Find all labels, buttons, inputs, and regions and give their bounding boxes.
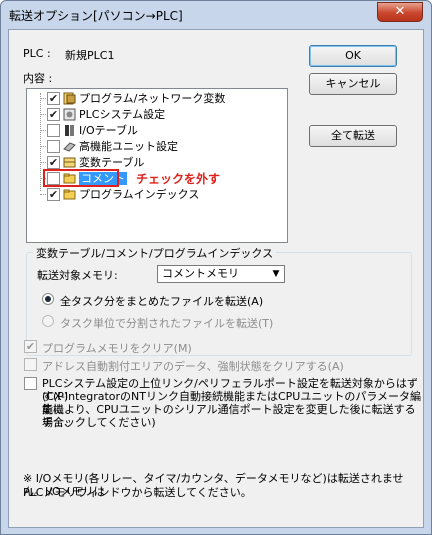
tree-item-io-table[interactable]: I/Oテーブル [27,123,287,138]
tree-item-variable-table[interactable]: ✔ 変数テーブル [27,155,287,170]
contents-label: 内容 : [23,72,53,85]
dropdown-arrow-icon[interactable]: ▼ [269,267,283,281]
plc-name: 新規PLC1 [65,49,115,62]
tree-item-label: 高機能ユニット設定 [79,140,178,153]
program-index-folder-icon [63,189,76,200]
exclude-plc-port-settings-line4: チェックしてください) [42,416,156,429]
dialog-client-area: PLC : 新規PLC1 内容 : OK キャンセル 全て転送 ✔ プログラム/… [8,29,424,528]
radio-transfer-per-task-label: タスク単位で分割されたファイルを転送(T) [60,317,274,330]
program-network-icon [63,92,76,105]
window-title: 転送オプション[パソコン→PLC] [9,9,183,23]
special-unit-icon [63,142,76,152]
plc-label: PLC : [23,47,51,60]
checkbox-plc-settings[interactable]: ✔ [47,108,60,121]
ok-button[interactable]: OK [309,45,397,67]
checkbox-clear-address-area[interactable] [24,358,37,371]
footer-note-line2: PLCメモリウィンドウから転送してください。 [23,486,252,499]
annotation-highlight-box [43,169,119,187]
title-bar[interactable]: 転送オプション[パソコン→PLC] ✕ [1,1,431,29]
target-memory-select[interactable]: コメントメモリ ▼ [157,265,285,283]
checkbox-special-unit[interactable] [47,140,60,153]
annotation-text: チェックを外す [136,172,221,186]
clear-address-area-label: アドレス自動割付エリアのデータ、強制状態をクリアする(A) [42,360,344,373]
checkbox-clear-program-memory[interactable]: ✔ [24,340,37,353]
radio-transfer-per-task[interactable] [42,315,54,327]
target-memory-label: 転送対象メモリ: [37,269,118,282]
close-button[interactable]: ✕ [377,2,423,22]
io-table-icon [65,125,74,136]
checkbox-exclude-plc-port-settings[interactable] [24,377,37,390]
plc-settings-icon [63,108,76,121]
checkbox-io-table[interactable] [47,124,60,137]
tree-item-program-index[interactable]: ✔ プログラムインデックス [27,187,287,202]
transfer-all-button[interactable]: 全て転送 [309,125,397,147]
checkbox-program-index[interactable]: ✔ [47,188,60,201]
radio-transfer-all-tasks-label: 全タスク分をまとめたファイルを転送(A) [60,295,264,308]
clear-program-memory-label: プログラムメモリをクリア(M) [42,342,192,355]
tree-item-plc-settings[interactable]: ✔ PLCシステム設定 [27,107,287,122]
tree-item-special-unit[interactable]: 高機能ユニット設定 [27,139,287,154]
transfer-contents-tree: ✔ プログラム/ネットワーク変数 ✔ PLCシステム設定 I/Oテーブル 高機能… [26,88,288,243]
variable-table-icon [63,157,76,168]
transfer-options-dialog: 転送オプション[パソコン→PLC] ✕ PLC : 新規PLC1 内容 : OK… [0,0,432,535]
checkbox-program[interactable]: ✔ [47,92,60,105]
tree-item-label: PLCシステム設定 [79,108,166,121]
tree-item-program[interactable]: ✔ プログラム/ネットワーク変数 [27,91,287,106]
group-title: 変数テーブル/コメント/プログラムインデックス [33,245,277,261]
cancel-button[interactable]: キャンセル [309,73,397,95]
tree-item-label: プログラム/ネットワーク変数 [79,92,226,105]
tree-item-label: 変数テーブル [79,156,145,169]
checkbox-variable-table[interactable]: ✔ [47,156,60,169]
radio-transfer-all-tasks[interactable] [42,293,54,305]
tree-item-label: I/Oテーブル [79,124,138,137]
tree-item-label: プログラムインデックス [79,188,200,201]
target-memory-value: コメントメモリ [162,267,239,280]
